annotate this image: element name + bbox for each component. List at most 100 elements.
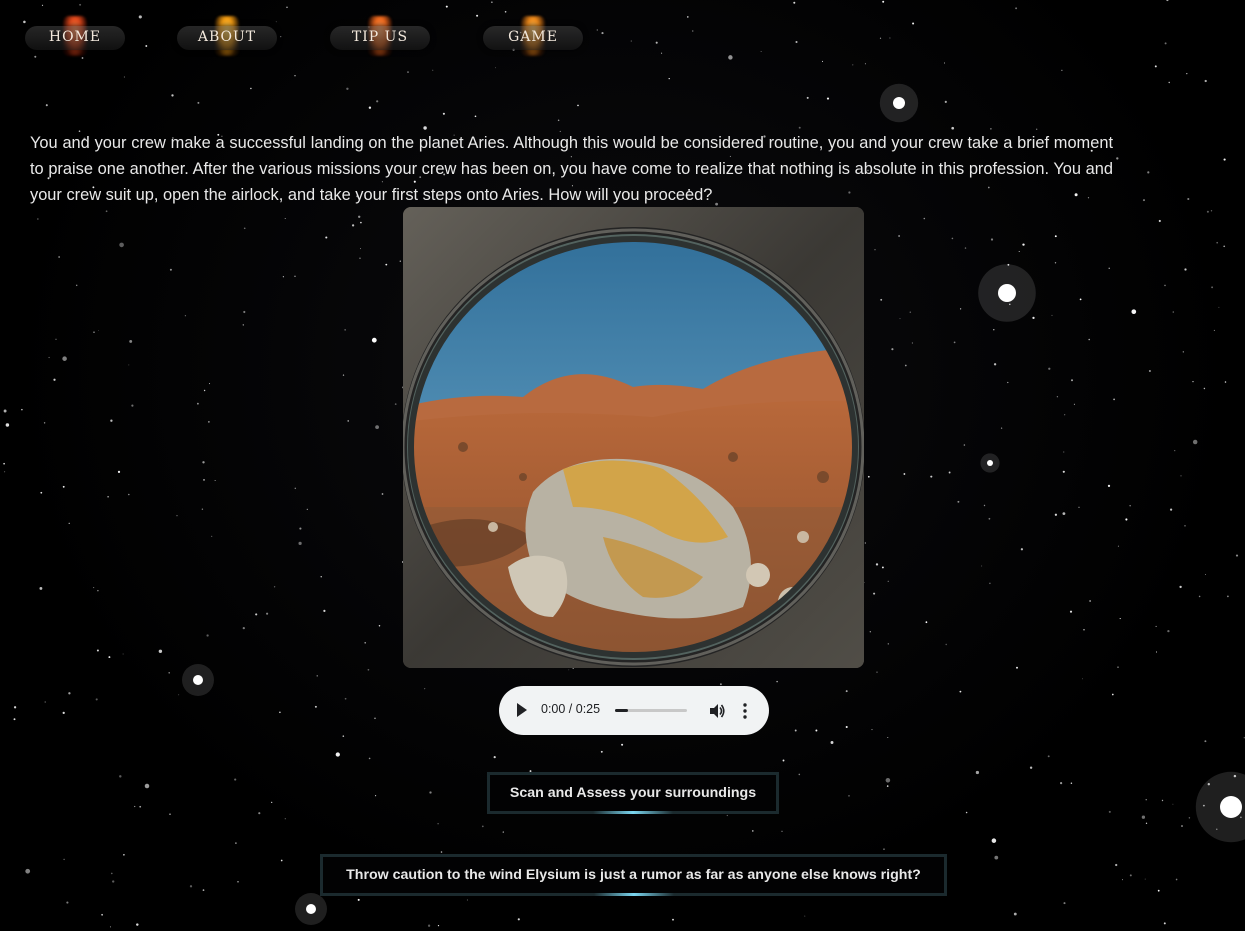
star	[1113, 398, 1115, 401]
nav-about[interactable]: ABOUT	[177, 16, 277, 56]
star	[169, 268, 172, 271]
star	[44, 701, 46, 703]
star	[1147, 171, 1150, 174]
star	[335, 752, 340, 757]
star	[250, 87, 252, 90]
star	[1088, 338, 1090, 341]
star	[1062, 470, 1065, 473]
star	[128, 364, 130, 366]
star	[48, 356, 50, 359]
star	[119, 242, 124, 248]
star	[346, 87, 349, 90]
star	[887, 643, 889, 645]
star	[184, 315, 187, 317]
star	[903, 473, 906, 475]
star	[168, 672, 170, 674]
choice-throw-caution-button[interactable]: Throw caution to the wind Elysium is jus…	[320, 854, 947, 896]
star	[214, 479, 216, 481]
story-text: You and your crew make a successful land…	[30, 134, 1113, 205]
nav-home[interactable]: HOME	[25, 16, 125, 56]
star	[1000, 427, 1003, 429]
star	[1167, 629, 1170, 633]
star	[904, 364, 907, 367]
star	[1204, 740, 1207, 743]
star	[1145, 822, 1148, 824]
star	[294, 275, 296, 278]
star	[423, 126, 427, 130]
star	[1142, 199, 1146, 202]
star	[209, 383, 211, 385]
star	[107, 495, 109, 498]
star	[376, 100, 379, 103]
star	[4, 471, 6, 473]
star	[360, 248, 361, 250]
star	[672, 918, 674, 921]
star	[13, 706, 17, 709]
star	[869, 631, 871, 633]
star	[845, 725, 848, 729]
star	[965, 811, 968, 814]
volume-icon[interactable]	[708, 702, 726, 720]
star	[299, 527, 302, 530]
star	[944, 100, 947, 103]
star	[344, 329, 346, 331]
star	[394, 403, 397, 405]
star	[1083, 629, 1085, 631]
star	[1216, 241, 1219, 244]
star	[374, 717, 376, 720]
star	[62, 711, 65, 715]
button-glow	[593, 893, 674, 896]
star	[993, 329, 995, 331]
nav-tip-us-label: TIP US	[351, 29, 409, 45]
star	[424, 688, 426, 690]
star	[342, 374, 345, 376]
star	[109, 926, 111, 928]
star	[1223, 245, 1226, 248]
star	[58, 256, 60, 258]
star	[1047, 755, 1050, 758]
star	[139, 805, 142, 808]
bright-star	[1220, 796, 1242, 818]
star	[284, 218, 286, 220]
audio-progress-slider[interactable]	[615, 709, 687, 712]
star	[344, 697, 347, 700]
star	[959, 308, 962, 310]
play-icon[interactable]	[517, 703, 527, 717]
star	[1063, 902, 1066, 905]
star	[1116, 157, 1119, 160]
more-options-icon[interactable]	[738, 701, 752, 721]
star	[197, 402, 199, 405]
star	[62, 485, 65, 488]
star	[925, 621, 928, 624]
star	[1069, 610, 1073, 613]
star	[845, 690, 848, 693]
star	[1172, 311, 1175, 313]
star	[951, 126, 955, 130]
star	[117, 470, 121, 474]
star	[43, 422, 46, 424]
button-glow	[593, 811, 673, 814]
star	[719, 683, 722, 686]
star	[110, 872, 113, 875]
star	[964, 247, 967, 249]
nav-game[interactable]: GAME	[483, 16, 583, 56]
star	[1179, 585, 1182, 589]
star	[96, 649, 99, 652]
nav-tip-us[interactable]: TIP US	[330, 16, 430, 56]
star	[600, 750, 603, 753]
star	[294, 75, 296, 77]
star	[1168, 81, 1170, 84]
star	[243, 227, 246, 230]
star	[993, 363, 997, 366]
star	[1184, 524, 1186, 527]
star	[98, 330, 99, 331]
star	[1205, 573, 1207, 575]
star	[945, 643, 947, 646]
star	[273, 586, 276, 588]
star	[364, 642, 367, 644]
star	[1119, 618, 1121, 620]
star	[994, 855, 999, 860]
choice-scan-button[interactable]: Scan and Assess your surroundings	[487, 772, 779, 814]
star	[873, 592, 876, 595]
star	[577, 104, 579, 107]
